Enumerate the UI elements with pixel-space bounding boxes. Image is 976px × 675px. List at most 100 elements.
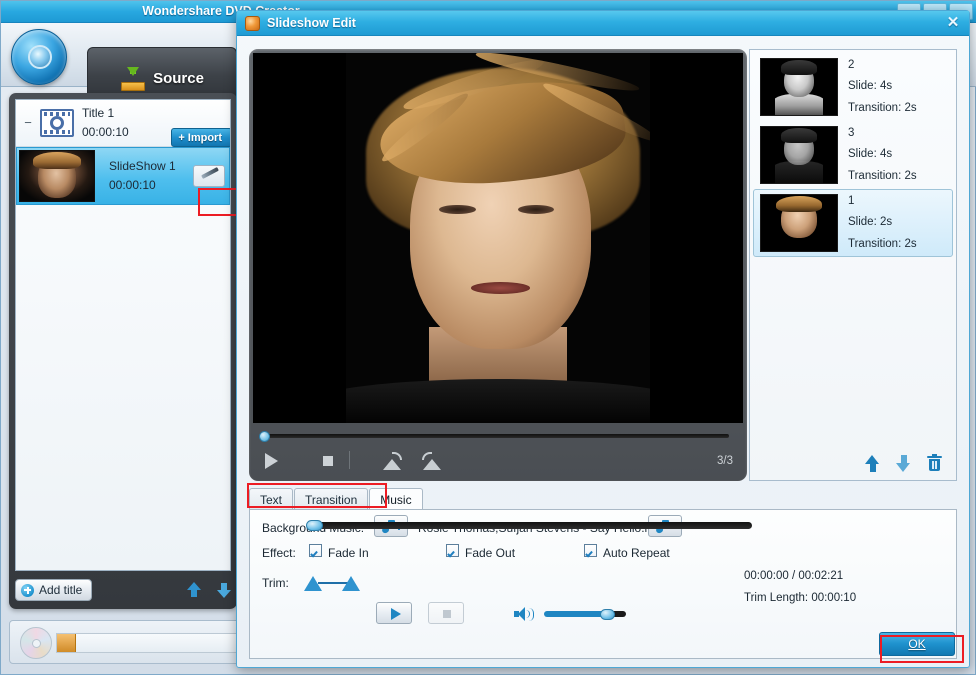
title-duration: 00:00:10 [82,125,129,139]
preview-seek-bar[interactable] [259,431,729,442]
slideshow-edit-dialog: Slideshow Edit ✕ 3/3 2 Slide: 4s Transit… [236,10,970,668]
edit-slideshow-button[interactable] [193,165,225,187]
dialog-titlebar: Slideshow Edit ✕ [237,11,969,36]
slide-thumbnail [760,194,838,252]
play-icon [265,453,278,469]
seek-track [259,434,729,438]
tab-source-label: Source [153,70,204,87]
ok-button[interactable]: OK [879,632,955,656]
screen: Wondershare DVD Creator Source − Title 1… [0,0,976,675]
title-meta: Title 1 00:00:10 [82,104,129,141]
add-title-button[interactable]: Add title [15,579,93,601]
rotate-right-button[interactable] [419,449,445,473]
slide-list-item[interactable]: 2 Slide: 4s Transition: 2s [753,53,953,121]
move-down-icon[interactable] [217,582,231,598]
trim-start-marker[interactable] [304,576,322,591]
delete-slide-icon[interactable] [927,453,942,472]
slide-index: 3 [848,127,855,140]
slide-info: 2 Slide: 4s Transition: 2s [848,55,917,119]
slides-list[interactable]: 2 Slide: 4s Transition: 2s 3 Slide: 4s T… [750,50,956,446]
slides-panel: 2 Slide: 4s Transition: 2s 3 Slide: 4s T… [749,49,957,481]
stop-button[interactable] [315,449,341,473]
seek-knob[interactable] [259,431,270,442]
source-panel-toolbar: Add title [15,577,231,603]
slide-duration: Slide: 2s [848,216,893,229]
list-item-title1[interactable]: − Title 1 00:00:10 + Import [16,100,230,147]
rotate-right-icon [422,452,442,470]
slide-duration: Slide: 4s [848,148,893,161]
slide-transition: Transition: 2s [848,169,917,182]
music-stop-button[interactable] [428,602,464,624]
music-play-button[interactable] [376,602,412,624]
slide-index: 2 [848,59,855,72]
source-list: − Title 1 00:00:10 + Import SlideShow 1 … [15,99,231,571]
preview-controls: 3/3 [259,447,737,475]
music-time-display: 00:00:00 / 00:02:21 [744,570,844,582]
fade-out-checkbox[interactable] [446,544,459,557]
slideshow-meta: SlideShow 1 00:00:10 [109,157,176,194]
plus-icon: + [178,131,185,144]
slide-counter: 3/3 [717,455,733,467]
plus-circle-icon [21,583,34,597]
slide-list-item-selected[interactable]: 1 Slide: 2s Transition: 2s [753,189,953,257]
play-button[interactable] [259,449,285,473]
auto-repeat-label: Auto Repeat [603,546,670,560]
disc-icon [20,627,52,659]
ok-label: OK [908,637,926,651]
slide-transition: Transition: 2s [848,101,917,114]
trim-length-display: Trim Length: 00:00:10 [744,592,857,604]
slide-thumbnail [760,58,838,116]
slide-info: 3 Slide: 4s Transition: 2s [848,123,917,187]
preview-player: 3/3 [249,49,747,481]
tab-transition[interactable]: Transition [294,488,369,510]
effect-label: Effect: [262,546,296,560]
slideshow-name: SlideShow 1 [109,159,176,174]
music-seek-knob[interactable] [306,520,323,531]
dialog-title: Slideshow Edit [267,16,356,30]
music-seek-track[interactable] [312,522,752,529]
source-panel: − Title 1 00:00:10 + Import SlideShow 1 … [9,93,237,609]
fade-in-label: Fade In [328,546,369,560]
tab-music[interactable]: Music [369,488,423,510]
slideshow-duration: 00:00:10 [109,178,156,192]
music-play-icon [391,608,401,620]
rotate-left-icon [382,452,402,470]
tab-text[interactable]: Text [249,488,294,510]
dialog-close-icon[interactable]: ✕ [944,15,962,32]
editor-tabs: Text Transition Music [249,488,424,510]
trim-end-marker[interactable] [342,576,360,591]
fade-in-checkbox[interactable] [309,544,322,557]
slide-info: 1 Slide: 2s Transition: 2s [848,191,917,255]
slideshow-thumbnail [19,150,95,202]
slides-toolbar [750,446,956,480]
film-reel-icon [40,109,74,137]
slide-list-item[interactable]: 3 Slide: 4s Transition: 2s [753,121,953,189]
pencil-icon [201,167,219,179]
app-logo-icon [11,29,67,85]
move-slide-up-icon[interactable] [865,454,880,472]
fade-out-label: Fade Out [465,546,516,560]
slide-thumbnail [760,126,838,184]
capacity-fill [57,634,76,652]
move-slide-down-icon[interactable] [896,454,911,472]
stop-icon [323,456,333,466]
move-up-icon[interactable] [187,582,201,598]
trim-label: Trim: [262,576,289,590]
preview-image [253,53,743,423]
volume-knob[interactable] [600,609,615,620]
list-item-slideshow1[interactable]: SlideShow 1 00:00:10 [16,147,230,205]
add-title-label: Add title [39,583,83,597]
music-stop-icon [443,610,451,618]
volume-speaker-icon[interactable] [514,606,534,622]
title-name: Title 1 [82,106,115,121]
tree-collapse-icon[interactable]: − [20,116,36,129]
slide-duration: Slide: 4s [848,80,893,93]
slide-index: 1 [848,195,855,208]
dialog-footer: OK [237,627,969,667]
download-arrow-icon [120,66,146,91]
auto-repeat-checkbox[interactable] [584,544,597,557]
import-label: Import [187,131,222,144]
import-button[interactable]: + Import [171,128,230,147]
divider [349,451,350,469]
rotate-left-button[interactable] [379,449,405,473]
